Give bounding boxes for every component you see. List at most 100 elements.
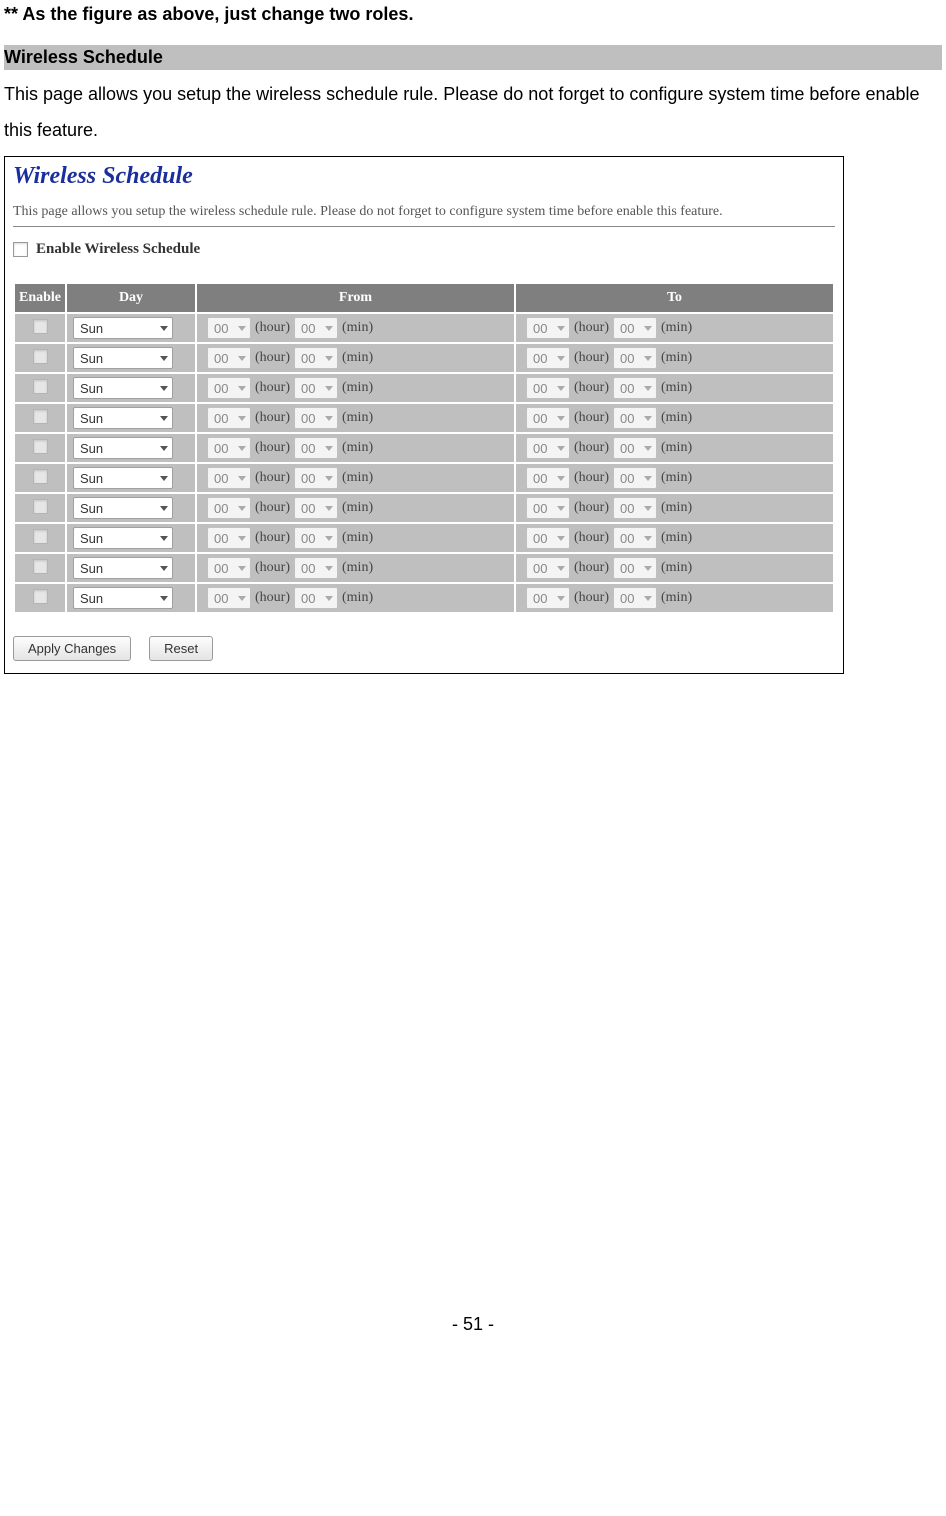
chevron-down-icon bbox=[325, 476, 333, 481]
day-select[interactable]: Sun bbox=[73, 407, 173, 429]
from-min-select[interactable]: 00 bbox=[294, 527, 338, 549]
table-row: Sun00(hour)00(min)00(hour)00(min) bbox=[14, 553, 834, 583]
to-hour-value: 00 bbox=[533, 381, 547, 396]
day-select[interactable]: Sun bbox=[73, 587, 173, 609]
row-enable-checkbox[interactable] bbox=[33, 379, 48, 394]
from-hour-select[interactable]: 00 bbox=[207, 587, 251, 609]
from-min-select[interactable]: 00 bbox=[294, 467, 338, 489]
chevron-down-icon bbox=[238, 536, 246, 541]
hour-unit: (hour) bbox=[255, 560, 290, 576]
min-unit: (min) bbox=[661, 440, 692, 456]
chevron-down-icon bbox=[644, 596, 652, 601]
apply-changes-button[interactable]: Apply Changes bbox=[13, 636, 131, 661]
from-min-value: 00 bbox=[301, 351, 315, 366]
hour-unit: (hour) bbox=[255, 350, 290, 366]
row-enable-checkbox[interactable] bbox=[33, 499, 48, 514]
to-hour-select[interactable]: 00 bbox=[526, 407, 570, 429]
day-select[interactable]: Sun bbox=[73, 317, 173, 339]
to-min-select[interactable]: 00 bbox=[613, 317, 657, 339]
reset-button[interactable]: Reset bbox=[149, 636, 213, 661]
day-select[interactable]: Sun bbox=[73, 497, 173, 519]
to-hour-select[interactable]: 00 bbox=[526, 527, 570, 549]
divider bbox=[13, 226, 835, 227]
from-hour-select[interactable]: 00 bbox=[207, 377, 251, 399]
chevron-down-icon bbox=[325, 446, 333, 451]
from-hour-select[interactable]: 00 bbox=[207, 347, 251, 369]
row-enable-checkbox[interactable] bbox=[33, 589, 48, 604]
from-min-value: 00 bbox=[301, 321, 315, 336]
from-min-select[interactable]: 00 bbox=[294, 377, 338, 399]
from-hour-select[interactable]: 00 bbox=[207, 437, 251, 459]
to-hour-select[interactable]: 00 bbox=[526, 437, 570, 459]
from-hour-select[interactable]: 00 bbox=[207, 497, 251, 519]
to-hour-select[interactable]: 00 bbox=[526, 467, 570, 489]
day-select[interactable]: Sun bbox=[73, 527, 173, 549]
to-min-select[interactable]: 00 bbox=[613, 347, 657, 369]
from-min-select[interactable]: 00 bbox=[294, 317, 338, 339]
to-hour-select[interactable]: 00 bbox=[526, 347, 570, 369]
from-min-select[interactable]: 00 bbox=[294, 347, 338, 369]
to-min-value: 00 bbox=[620, 561, 634, 576]
min-unit: (min) bbox=[661, 470, 692, 486]
from-min-value: 00 bbox=[301, 471, 315, 486]
table-row: Sun00(hour)00(min)00(hour)00(min) bbox=[14, 343, 834, 373]
to-min-select[interactable]: 00 bbox=[613, 587, 657, 609]
to-min-select[interactable]: 00 bbox=[613, 407, 657, 429]
to-min-select[interactable]: 00 bbox=[613, 467, 657, 489]
from-hour-select[interactable]: 00 bbox=[207, 467, 251, 489]
chevron-down-icon bbox=[238, 416, 246, 421]
day-select[interactable]: Sun bbox=[73, 467, 173, 489]
hour-unit: (hour) bbox=[574, 560, 609, 576]
hour-unit: (hour) bbox=[574, 410, 609, 426]
row-enable-checkbox[interactable] bbox=[33, 349, 48, 364]
from-min-select[interactable]: 00 bbox=[294, 437, 338, 459]
from-hour-select[interactable]: 00 bbox=[207, 317, 251, 339]
day-select[interactable]: Sun bbox=[73, 377, 173, 399]
to-hour-select[interactable]: 00 bbox=[526, 497, 570, 519]
to-hour-select[interactable]: 00 bbox=[526, 377, 570, 399]
chevron-down-icon bbox=[644, 506, 652, 511]
day-select[interactable]: Sun bbox=[73, 347, 173, 369]
from-hour-select[interactable]: 00 bbox=[207, 557, 251, 579]
row-enable-checkbox[interactable] bbox=[33, 469, 48, 484]
to-min-select[interactable]: 00 bbox=[613, 527, 657, 549]
chevron-down-icon bbox=[160, 536, 168, 541]
day-select[interactable]: Sun bbox=[73, 557, 173, 579]
chevron-down-icon bbox=[160, 386, 168, 391]
chevron-down-icon bbox=[557, 446, 565, 451]
chevron-down-icon bbox=[644, 326, 652, 331]
from-hour-select[interactable]: 00 bbox=[207, 527, 251, 549]
hour-unit: (hour) bbox=[255, 530, 290, 546]
day-value: Sun bbox=[80, 441, 103, 456]
hour-unit: (hour) bbox=[574, 530, 609, 546]
enable-wireless-schedule-checkbox[interactable] bbox=[13, 242, 28, 257]
from-min-select[interactable]: 00 bbox=[294, 497, 338, 519]
to-min-value: 00 bbox=[620, 441, 634, 456]
from-hour-select[interactable]: 00 bbox=[207, 407, 251, 429]
to-hour-select[interactable]: 00 bbox=[526, 557, 570, 579]
schedule-table: Enable Day From To Sun00(hour)00(min)00(… bbox=[13, 282, 835, 614]
from-min-select[interactable]: 00 bbox=[294, 557, 338, 579]
chevron-down-icon bbox=[644, 416, 652, 421]
row-enable-checkbox[interactable] bbox=[33, 409, 48, 424]
chevron-down-icon bbox=[160, 476, 168, 481]
th-day: Day bbox=[66, 283, 196, 313]
row-enable-checkbox[interactable] bbox=[33, 529, 48, 544]
from-hour-value: 00 bbox=[214, 411, 228, 426]
chevron-down-icon bbox=[325, 566, 333, 571]
to-min-select[interactable]: 00 bbox=[613, 437, 657, 459]
row-enable-checkbox[interactable] bbox=[33, 559, 48, 574]
day-value: Sun bbox=[80, 591, 103, 606]
row-enable-checkbox[interactable] bbox=[33, 319, 48, 334]
day-select[interactable]: Sun bbox=[73, 437, 173, 459]
to-hour-select[interactable]: 00 bbox=[526, 587, 570, 609]
chevron-down-icon bbox=[557, 386, 565, 391]
to-min-select[interactable]: 00 bbox=[613, 377, 657, 399]
to-min-select[interactable]: 00 bbox=[613, 557, 657, 579]
to-hour-select[interactable]: 00 bbox=[526, 317, 570, 339]
chevron-down-icon bbox=[160, 506, 168, 511]
from-min-select[interactable]: 00 bbox=[294, 407, 338, 429]
to-min-select[interactable]: 00 bbox=[613, 497, 657, 519]
row-enable-checkbox[interactable] bbox=[33, 439, 48, 454]
from-min-select[interactable]: 00 bbox=[294, 587, 338, 609]
